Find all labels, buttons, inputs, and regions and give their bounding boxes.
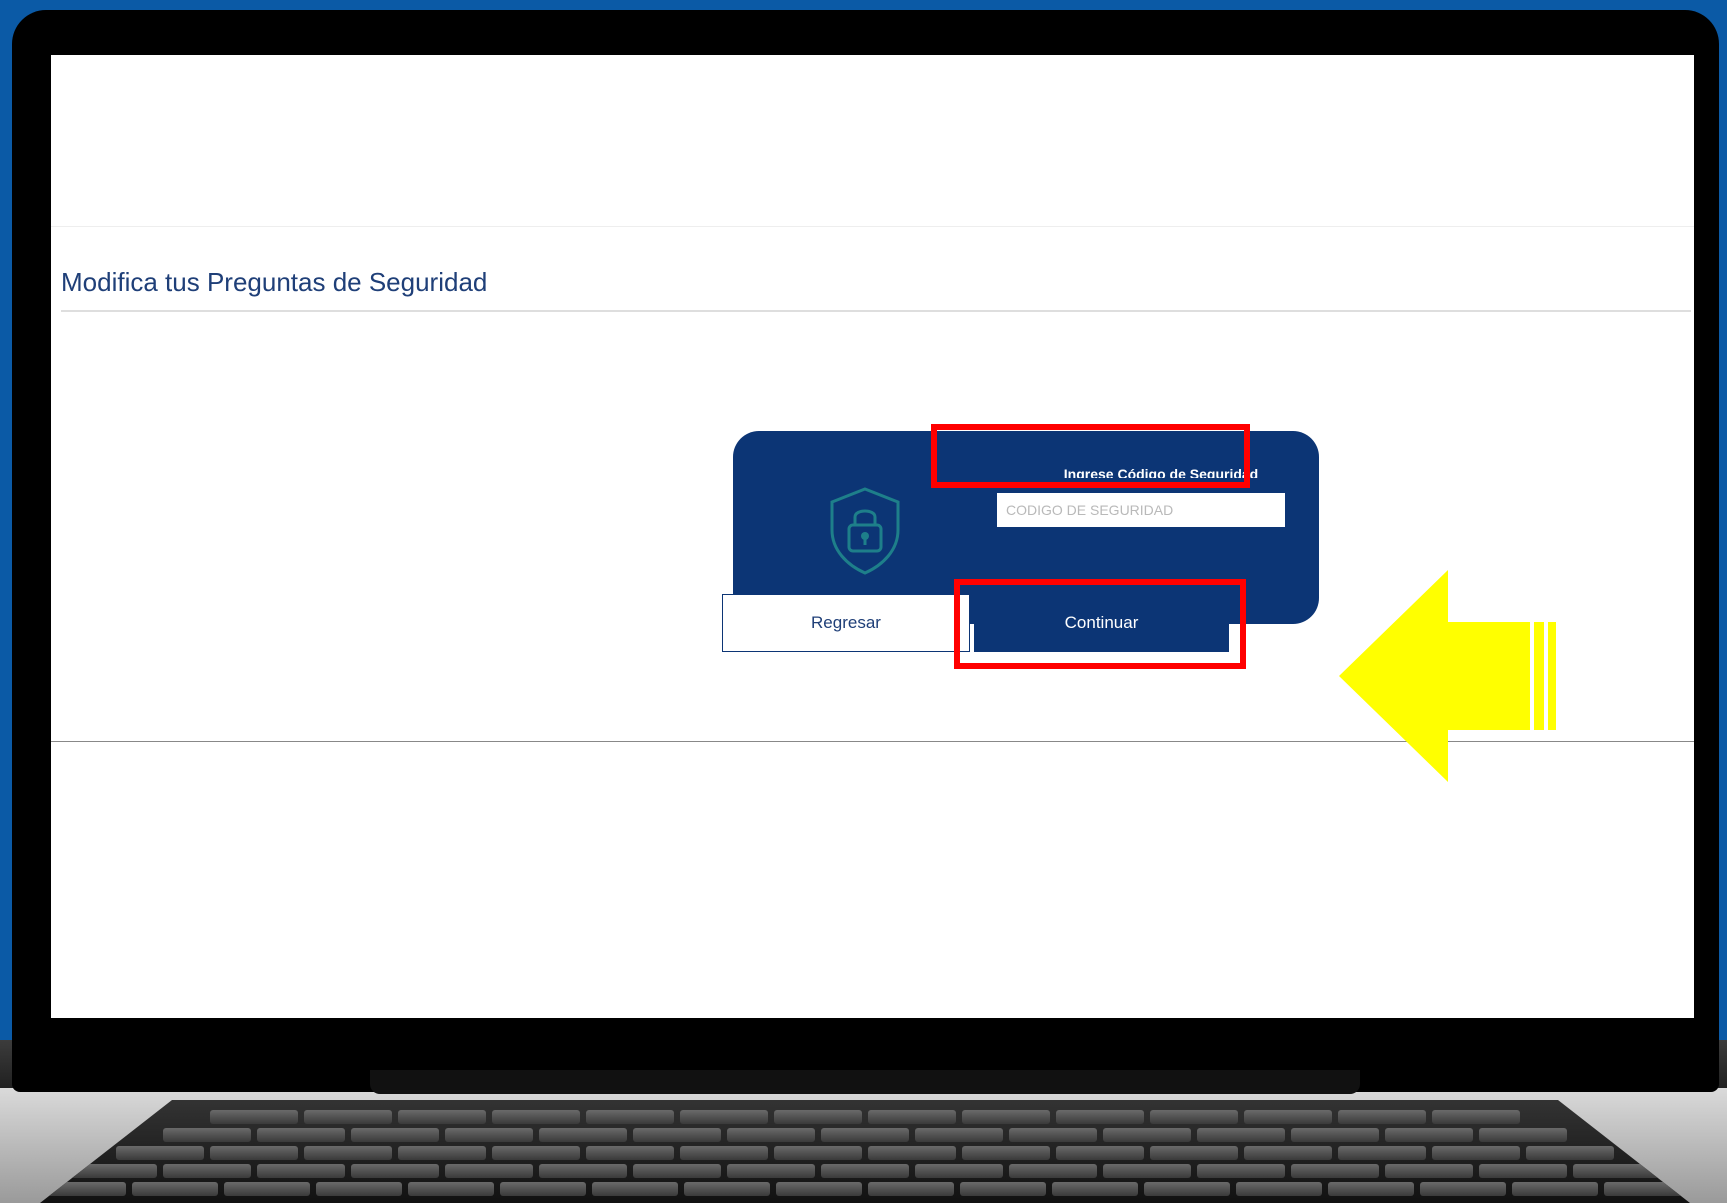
laptop-screen: Modifica tus Preguntas de Seguridad Ingr… [51, 55, 1694, 1018]
back-button[interactable]: Regresar [722, 594, 970, 652]
button-highlight-box [954, 579, 1246, 669]
shield-lock-icon [830, 487, 900, 575]
header-divider [51, 226, 1694, 227]
security-code-input[interactable] [997, 493, 1285, 527]
input-highlight-box [931, 424, 1250, 488]
arrow-left-icon [1339, 570, 1556, 782]
title-divider [61, 310, 1691, 312]
page-title: Modifica tus Preguntas de Seguridad [61, 267, 488, 297]
laptop-hinge-notch [370, 1070, 1360, 1094]
laptop-keyboard [40, 1100, 1690, 1203]
